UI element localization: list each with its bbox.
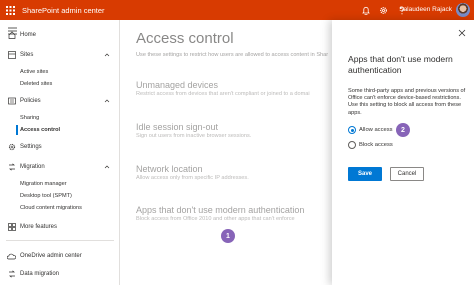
sidebar-item-desktop-tool[interactable]: Desktop tool (SPMT): [20, 191, 72, 201]
sidebar-item-label: Data migration: [20, 271, 60, 277]
sites-icon: [7, 51, 16, 60]
callout-badge-1: 1: [221, 229, 235, 243]
active-indicator: [16, 125, 18, 135]
home-icon: [7, 31, 16, 40]
sidebar-item-label: Migration: [20, 164, 45, 170]
waffle-icon[interactable]: [0, 0, 20, 20]
panel-description: Some third-party apps and previous versi…: [348, 88, 466, 116]
radio-allow-access[interactable]: Allow access: [348, 126, 393, 134]
user-name[interactable]: Salaudeen Rajack: [399, 6, 452, 13]
sidebar-item-home[interactable]: Home: [0, 29, 120, 41]
bell-icon[interactable]: [361, 6, 370, 15]
sidebar-item-label: OneDrive admin center: [20, 253, 82, 259]
top-bar: SharePoint admin center Salaudeen Rajack: [0, 0, 474, 20]
sidebar-item-label: More features: [20, 224, 58, 230]
sidebar-item-settings[interactable]: Settings: [0, 141, 120, 153]
sidebar-divider: [6, 240, 114, 241]
close-icon[interactable]: [458, 29, 466, 37]
sidebar-item-onedrive-admin-center[interactable]: OneDrive admin center: [0, 250, 120, 262]
onedrive-icon: [7, 252, 16, 261]
gear-icon[interactable]: [379, 6, 388, 15]
sidebar-item-migration[interactable]: Migration: [0, 161, 120, 173]
sidebar-item-label: Home: [20, 32, 37, 38]
chevron-up-icon: [104, 53, 110, 57]
more-features-icon: [7, 223, 16, 232]
radio-label: Block access: [359, 142, 393, 148]
chevron-up-icon: [104, 99, 110, 103]
sidebar-item-cloud-content-migrations[interactable]: Cloud content migrations: [20, 203, 82, 213]
app-title[interactable]: SharePoint admin center: [22, 6, 105, 15]
sidebar-item-access-control[interactable]: Access control: [20, 125, 60, 135]
radio-label: Allow access: [359, 127, 393, 133]
radio-button[interactable]: [348, 141, 356, 149]
sidebar-item-deleted-sites[interactable]: Deleted sites: [20, 79, 52, 89]
sidebar-item-sharing[interactable]: Sharing: [20, 113, 39, 123]
migration-icon: [7, 163, 16, 172]
sidebar-item-active-sites[interactable]: Active sites: [20, 67, 48, 77]
overlay-scrim: [120, 20, 332, 285]
sidebar-item-label: Policies: [20, 98, 41, 104]
radio-block-access[interactable]: Block access: [348, 141, 393, 149]
radio-button-selected[interactable]: [348, 126, 356, 134]
cancel-button[interactable]: Cancel: [390, 167, 424, 181]
sidebar-item-more-features[interactable]: More features: [0, 221, 120, 233]
callout-badge-2: 2: [396, 123, 410, 137]
chevron-up-icon: [104, 165, 110, 169]
sidebar-item-policies[interactable]: Policies: [0, 95, 120, 107]
sidebar-item-label: Settings: [20, 144, 42, 150]
save-button[interactable]: Save: [348, 167, 382, 181]
panel-title: Apps that don't use modern authenticatio…: [348, 54, 453, 75]
sidebar-item-sites[interactable]: Sites: [0, 49, 120, 61]
data-migration-icon: [7, 270, 16, 279]
gear-icon: [7, 143, 16, 152]
sidebar-item-migration-manager[interactable]: Migration manager: [20, 179, 67, 189]
sidebar-item-data-migration[interactable]: Data migration: [0, 268, 120, 280]
sidebar-item-label: Sites: [20, 52, 34, 58]
policies-icon: [7, 97, 16, 106]
avatar[interactable]: [456, 3, 470, 17]
